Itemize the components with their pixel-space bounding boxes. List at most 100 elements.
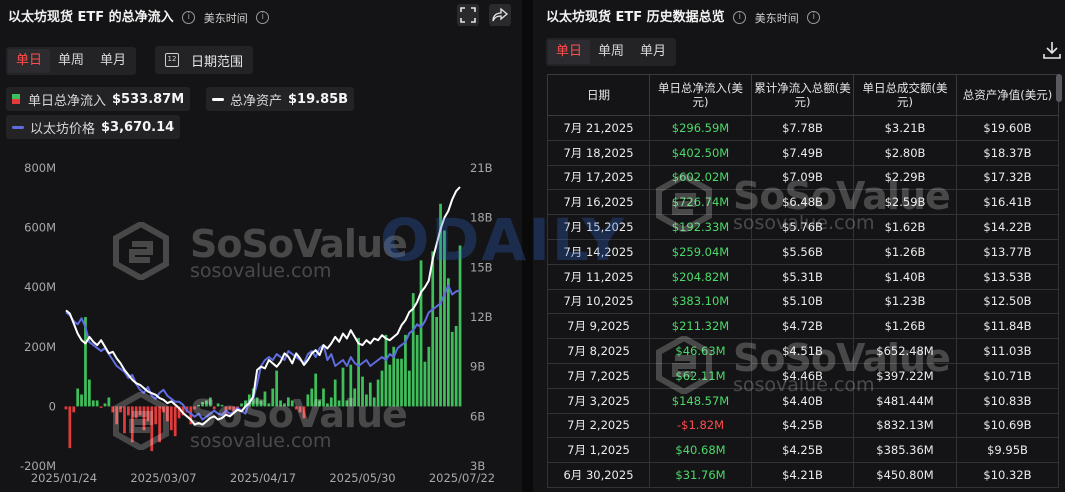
inflow-bar: [228, 406, 232, 410]
inflow-bar: [111, 406, 115, 413]
table-row[interactable]: 6月 30,2025 $31.76M $4.21B $450.80M $10.32B: [547, 462, 1059, 488]
inflow-bar: [220, 404, 224, 407]
info-icon[interactable]: i: [733, 11, 747, 24]
inflow-bar: [275, 370, 279, 407]
inflow-bar: [306, 394, 310, 407]
inflow-bar: [115, 406, 119, 425]
table-row[interactable]: 7月 1,2025 $40.68M $4.25B $385.36M $9.95B: [547, 437, 1059, 464]
inflow-bar: [119, 406, 122, 413]
tab-daily[interactable]: 单日: [548, 40, 591, 64]
inflow-bar: [365, 394, 368, 407]
inflow-bar: [212, 406, 216, 410]
chart-panel-header: 以太坊现货 ETF 的总净流入 i 美东时间 i: [8, 6, 270, 26]
legend-assets-label: 总净资产: [230, 93, 283, 109]
cell-daily-inflow: $296.59M: [649, 115, 752, 141]
inflow-bar: [400, 358, 403, 407]
inflow-bar: [404, 334, 407, 407]
table-row[interactable]: 7月 18,2025 $402.50M $7.49B $2.80B $18.37B: [547, 139, 1059, 166]
etf-flow-chart[interactable]: 800M600M400M200M0-200M21B18B15B12B9B6B3B…: [0, 148, 522, 492]
tab-weekly[interactable]: 单周: [50, 49, 92, 73]
cell-net-assets: $11.84B: [956, 313, 1059, 340]
y-tick-label-right: 12B: [470, 310, 493, 324]
line-swatch-icon: [212, 97, 224, 101]
inflow-bar: [166, 406, 169, 422]
tab-weekly[interactable]: 单周: [590, 40, 632, 64]
inflow-bar: [329, 397, 333, 407]
table-row[interactable]: 7月 15,2025 $192.33M $5.76B $1.62B $14.22B: [547, 214, 1059, 240]
tab-monthly[interactable]: 单月: [632, 40, 674, 64]
inflow-bar: [283, 403, 286, 407]
column-header-daily-volume[interactable]: 单日总成交额(美元): [853, 74, 957, 116]
inflow-bar: [197, 404, 200, 407]
download-icon[interactable]: [1042, 40, 1062, 60]
fullscreen-icon[interactable]: [457, 4, 479, 26]
legend-daily-label: 单日总净流入: [28, 93, 107, 109]
cell-date: 7月 9,2025: [547, 313, 650, 340]
legend-net-assets[interactable]: 总净资产 $19.85B: [206, 87, 355, 111]
x-tick-label: 2025/05/30: [329, 471, 395, 485]
inflow-bar: [450, 331, 454, 407]
table-panel-header: 以太坊现货 ETF 历史数据总览 i 美东时间 i: [546, 6, 821, 26]
inflow-bar: [162, 406, 165, 413]
inflow-bar: [322, 388, 325, 407]
table-row[interactable]: 7月 2,2025 -$1.82M $4.25B $832.13M $10.69B: [547, 412, 1059, 439]
legend-eth-price[interactable]: 以太坊价格 $3,670.14: [6, 115, 181, 139]
chart-panel-title: 以太坊现货 ETF 的总净流入: [8, 10, 174, 25]
date-range-label: 日期范围: [191, 54, 244, 70]
cell-net-assets: $13.77B: [956, 238, 1059, 265]
inflow-bar: [127, 406, 130, 416]
inflow-bar: [286, 397, 290, 407]
cell-net-assets: $16.41B: [956, 189, 1059, 216]
info-icon[interactable]: i: [256, 11, 270, 24]
cell-daily-inflow: $148.57M: [649, 387, 752, 414]
inflow-bar: [150, 406, 154, 452]
cell-date: 7月 15,2025: [547, 214, 650, 240]
inflow-bar: [169, 406, 173, 431]
cell-net-assets: $10.69B: [956, 412, 1059, 439]
inflow-bar: [310, 388, 314, 407]
share-icon[interactable]: [489, 4, 511, 26]
table-row[interactable]: 7月 17,2025 $602.02M $7.09B $2.29B $17.32B: [547, 164, 1059, 191]
y-tick-label-right: 21B: [470, 161, 493, 175]
inflow-bar: [91, 400, 95, 407]
table-row[interactable]: 7月 21,2025 $296.59M $7.78B $3.21B $19.60B: [547, 115, 1059, 141]
cell-daily-volume: $2.29B: [853, 164, 957, 191]
table-row[interactable]: 7月 11,2025 $204.82M $5.31B $1.40B $13.53B: [547, 263, 1059, 290]
tab-daily[interactable]: 单日: [8, 49, 51, 73]
table-scrollbar[interactable]: [1056, 74, 1062, 102]
inflow-bar: [208, 397, 212, 407]
column-header-date[interactable]: 日期: [547, 74, 650, 116]
column-header-daily-inflow[interactable]: 单日总净流入(美元): [649, 74, 752, 116]
table-row[interactable]: 7月 14,2025 $259.04M $5.56B $1.26B $13.77B: [547, 238, 1059, 265]
cell-daily-volume: $1.26B: [853, 313, 957, 340]
cell-date: 7月 18,2025: [547, 139, 650, 166]
table-row[interactable]: 7月 16,2025 $726.74M $6.48B $2.59B $16.41B: [547, 189, 1059, 216]
table-row[interactable]: 7月 3,2025 $148.57M $4.40B $481.44M $10.83B: [547, 387, 1059, 414]
inflow-bar: [80, 394, 83, 407]
cell-daily-inflow: $726.74M: [649, 189, 752, 216]
table-row[interactable]: 7月 9,2025 $211.32M $4.72B $1.26B $11.84B: [547, 313, 1059, 340]
cell-date: 7月 16,2025: [547, 189, 650, 216]
y-tick-label-right: 15B: [470, 260, 493, 274]
table-row[interactable]: 7月 10,2025 $383.10M $5.10B $1.23B $12.50B: [547, 288, 1059, 315]
cell-cumulative-inflow: $5.31B: [751, 263, 854, 290]
table-row[interactable]: 7月 8,2025 $46.63M $4.51B $652.48M $11.03B: [547, 338, 1059, 364]
info-icon[interactable]: i: [807, 11, 821, 24]
inflow-bar: [95, 400, 99, 407]
inflow-bar: [240, 403, 243, 407]
info-icon[interactable]: i: [182, 11, 196, 24]
etf-flow-chart-panel: 以太坊现货 ETF 的总净流入 i 美东时间 i 单日 单周 单月 12 日期范…: [0, 0, 522, 492]
column-header-cumulative-inflow[interactable]: 累计净流入总额(美元): [751, 74, 854, 116]
x-tick-label: 2025/07/22: [429, 471, 495, 485]
legend-daily-inflow[interactable]: 单日总净流入 $533.87M: [6, 87, 191, 111]
column-header-net-assets[interactable]: 总资产净值(美元): [956, 74, 1059, 116]
inflow-bar: [158, 406, 161, 443]
cell-daily-volume: $1.62B: [853, 214, 957, 240]
y-tick-label-right: 9B: [470, 360, 485, 374]
inflow-bar: [76, 388, 80, 407]
table-period-tabs: 单日 单周 单月: [546, 38, 677, 66]
inflow-bar: [263, 391, 267, 407]
table-row[interactable]: 7月 7,2025 $62.11M $4.46B $397.22M $10.71B: [547, 362, 1059, 389]
tab-monthly[interactable]: 单月: [92, 49, 134, 73]
date-range-button[interactable]: 12 日期范围: [155, 46, 254, 74]
